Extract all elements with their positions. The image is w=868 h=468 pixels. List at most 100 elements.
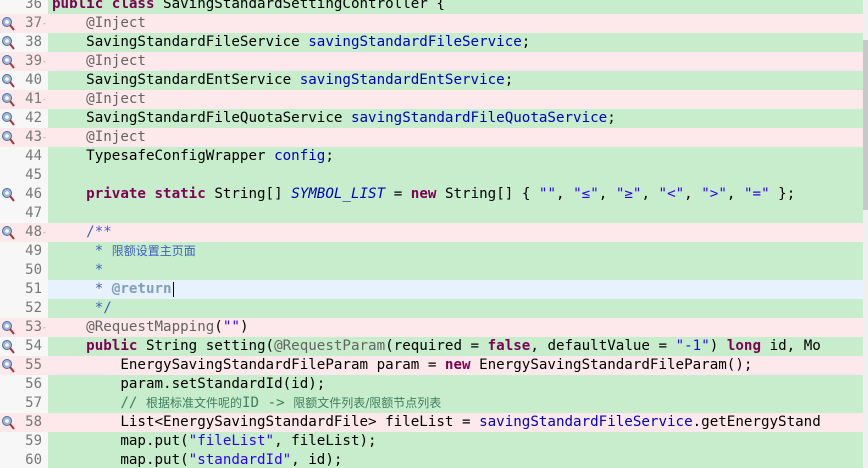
line-gutter[interactable]: 53- bbox=[0, 318, 48, 337]
line-gutter[interactable]: 57 bbox=[0, 394, 48, 413]
code-text: @Inject bbox=[52, 14, 146, 33]
annotation-marker-icon[interactable] bbox=[1, 358, 15, 373]
code-line[interactable]: 56 param.setStandardId(id); bbox=[0, 375, 868, 394]
code-text: map.put("fileList", fileList); bbox=[52, 432, 376, 451]
annotation-marker-icon[interactable] bbox=[1, 16, 15, 31]
code-line[interactable]: 51 * @return bbox=[0, 280, 868, 299]
code-line[interactable]: 44 TypesafeConfigWrapper config; bbox=[0, 147, 868, 166]
code-line[interactable]: 45 bbox=[0, 166, 868, 185]
line-number: 41 bbox=[25, 91, 42, 107]
code-token: public bbox=[52, 0, 112, 12]
fold-toggle-icon[interactable]: - bbox=[42, 229, 47, 237]
code-line[interactable]: 58 List<EnergySavingStandardFile> fileLi… bbox=[0, 413, 868, 432]
fold-toggle-icon[interactable]: - bbox=[42, 20, 47, 28]
line-gutter[interactable]: 42 bbox=[0, 109, 48, 128]
line-gutter[interactable]: 59 bbox=[0, 432, 48, 451]
line-gutter[interactable]: 44 bbox=[0, 147, 48, 166]
code-line[interactable]: 57 // 根据标准文件呢的ID -> 限额文件列表/限额节点列表 bbox=[0, 394, 868, 413]
annotation-marker-icon[interactable] bbox=[1, 339, 15, 354]
annotation-marker-icon[interactable] bbox=[1, 111, 15, 126]
code-token: "" bbox=[222, 319, 240, 335]
annotation-marker-icon[interactable] bbox=[1, 54, 15, 69]
code-line[interactable]: 41- @Inject bbox=[0, 90, 868, 109]
line-gutter[interactable]: 60 bbox=[0, 451, 48, 468]
fold-toggle-icon[interactable]: - bbox=[42, 134, 47, 142]
annotation-marker-icon[interactable] bbox=[1, 415, 15, 430]
code-line[interactable]: 38 SavingStandardFileService savingStand… bbox=[0, 33, 868, 52]
code-line[interactable]: 54 public String setting(@RequestParam(r… bbox=[0, 337, 868, 356]
annotation-marker-icon[interactable] bbox=[1, 320, 15, 335]
annotation-marker-icon[interactable] bbox=[1, 130, 15, 145]
code-text: param.setStandardId(id); bbox=[52, 375, 325, 394]
code-line[interactable]: 53- @RequestMapping("") bbox=[0, 318, 868, 337]
code-line[interactable]: 60 map.put("standardId", id); bbox=[0, 451, 868, 468]
code-token: , bbox=[641, 186, 659, 202]
code-line[interactable]: 55 EnergySavingStandardFileParam param =… bbox=[0, 356, 868, 375]
line-gutter[interactable]: 36 bbox=[0, 0, 48, 14]
code-text: TypesafeConfigWrapper config; bbox=[52, 147, 334, 166]
code-line[interactable]: 47 bbox=[0, 204, 868, 223]
code-line[interactable]: 39- @Inject bbox=[0, 52, 868, 71]
vertical-scrollbar[interactable] bbox=[863, 0, 868, 468]
code-token: , bbox=[598, 186, 616, 202]
annotation-marker-icon[interactable] bbox=[1, 225, 15, 240]
line-number: 47 bbox=[25, 205, 42, 221]
line-gutter[interactable]: 49 bbox=[0, 242, 48, 261]
line-number: 55 bbox=[25, 357, 42, 373]
line-gutter[interactable]: 47 bbox=[0, 204, 48, 223]
code-line[interactable]: 49 * 限额设置主页面 bbox=[0, 242, 868, 261]
code-text: public String setting(@RequestParam(requ… bbox=[52, 337, 821, 356]
annotation-marker-icon[interactable] bbox=[1, 73, 15, 88]
code-line[interactable]: 36 public class SavingStandardSettingCont… bbox=[0, 0, 868, 14]
line-gutter[interactable]: 37- bbox=[0, 14, 48, 33]
line-number: 53 bbox=[25, 319, 42, 335]
fold-toggle-icon[interactable]: - bbox=[42, 324, 47, 332]
code-token: ( bbox=[214, 319, 223, 335]
line-gutter[interactable]: 38 bbox=[0, 33, 48, 52]
annotation-marker-icon[interactable] bbox=[1, 92, 15, 107]
code-token: "=" bbox=[743, 186, 770, 202]
line-gutter[interactable]: 56 bbox=[0, 375, 48, 394]
code-editor[interactable]: 36 public class SavingStandardSettingCont… bbox=[0, 0, 868, 468]
line-gutter[interactable]: 50 bbox=[0, 261, 48, 280]
line-gutter[interactable]: 43- bbox=[0, 128, 48, 147]
line-gutter[interactable]: 55 bbox=[0, 356, 48, 375]
code-line[interactable]: 48- /** bbox=[0, 223, 868, 242]
code-line[interactable]: 37- @Inject bbox=[0, 14, 868, 33]
code-line[interactable]: 52 */ bbox=[0, 299, 868, 318]
code-token: , id); bbox=[291, 452, 343, 468]
code-line[interactable]: 50 * bbox=[0, 261, 868, 280]
code-token: ; bbox=[504, 72, 514, 88]
line-gutter[interactable]: 52 bbox=[0, 299, 48, 318]
line-gutter[interactable]: 46 bbox=[0, 185, 48, 204]
scrollbar-thumb[interactable] bbox=[863, 40, 868, 210]
line-gutter[interactable]: 41- bbox=[0, 90, 48, 109]
code-line[interactable]: 46 private static String[] SYMBOL_LIST =… bbox=[0, 185, 868, 204]
code-text: map.put("standardId", id); bbox=[52, 451, 342, 468]
code-text: /** bbox=[52, 223, 112, 242]
code-token: "<" bbox=[658, 186, 685, 202]
line-gutter[interactable]: 45 bbox=[0, 166, 48, 185]
line-gutter[interactable]: 58 bbox=[0, 413, 48, 432]
annotation-marker-icon[interactable] bbox=[1, 187, 15, 202]
fold-toggle-icon[interactable]: - bbox=[42, 58, 47, 66]
line-gutter[interactable]: 40 bbox=[0, 71, 48, 90]
code-token: savingStandardFileService bbox=[479, 414, 693, 430]
code-token: static bbox=[154, 186, 215, 202]
code-token: SavingStandardFileQuotaService bbox=[52, 110, 351, 126]
line-gutter[interactable]: 39- bbox=[0, 52, 48, 71]
code-line[interactable]: 59 map.put("fileList", fileList); bbox=[0, 432, 868, 451]
line-gutter[interactable]: 48- bbox=[0, 223, 48, 242]
code-line[interactable]: 40 SavingStandardEntService savingStanda… bbox=[0, 71, 868, 90]
code-line[interactable]: 43- @Inject bbox=[0, 128, 868, 147]
code-line[interactable]: 42 SavingStandardFileQuotaService saving… bbox=[0, 109, 868, 128]
code-text: @Inject bbox=[52, 52, 146, 71]
fold-toggle-icon[interactable]: - bbox=[42, 96, 47, 104]
line-gutter[interactable]: 51 bbox=[0, 280, 48, 299]
annotation-marker-icon[interactable] bbox=[1, 35, 15, 50]
code-token: "standardId" bbox=[188, 452, 292, 468]
line-gutter[interactable]: 54 bbox=[0, 337, 48, 356]
